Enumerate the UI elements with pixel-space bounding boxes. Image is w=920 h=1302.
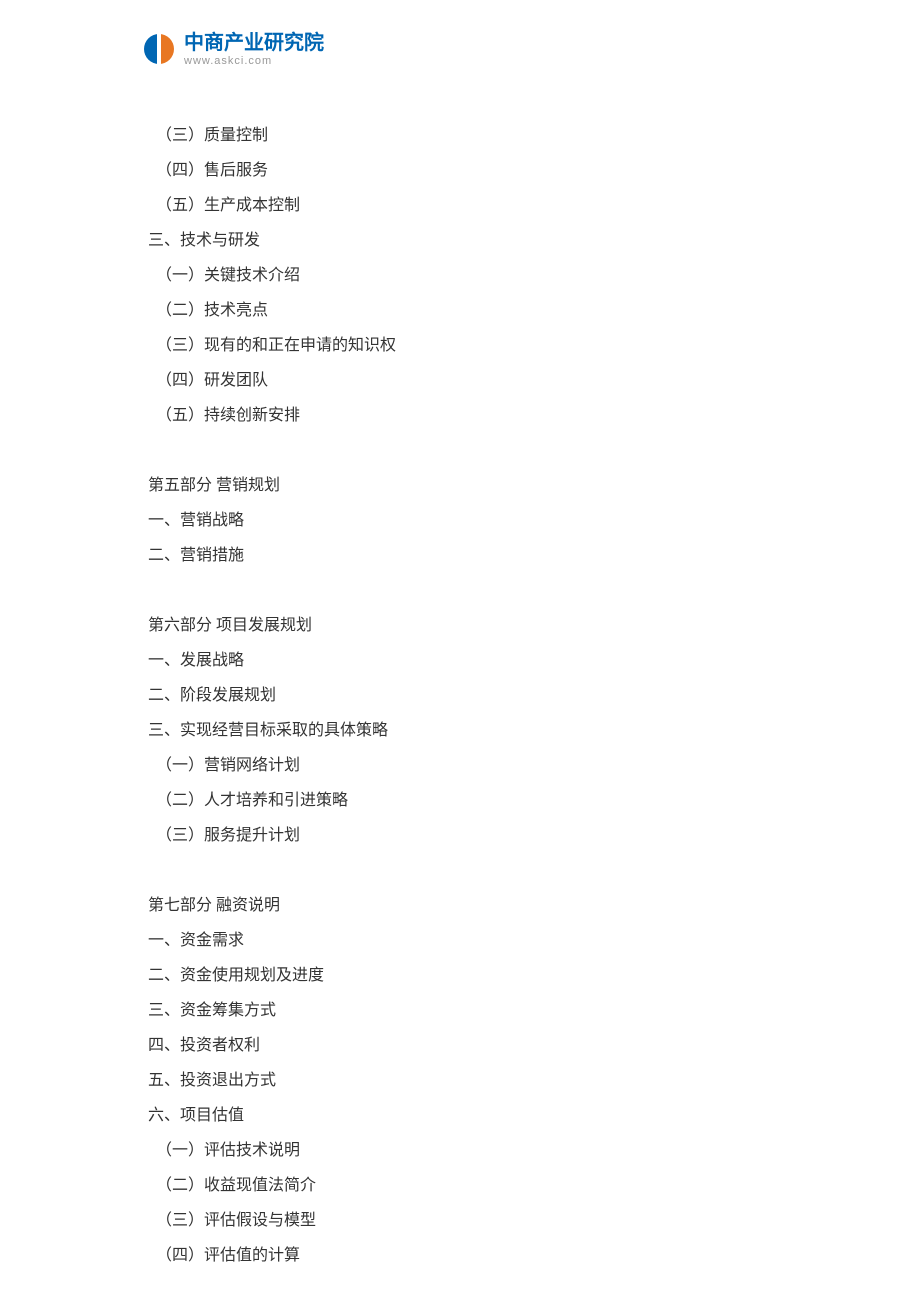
toc-line: 一、资金需求 [148, 923, 768, 958]
document-content: （三）质量控制（四）售后服务（五）生产成本控制三、技术与研发（一）关键技术介绍（… [148, 118, 768, 1273]
toc-line: 第七部分 融资说明 [148, 888, 768, 923]
toc-line: （四）研发团队 [148, 363, 768, 398]
toc-line: （五）持续创新安排 [148, 398, 768, 433]
toc-line: 三、资金筹集方式 [148, 993, 768, 1028]
toc-line: （四）售后服务 [148, 153, 768, 188]
logo-title: 中商产业研究院 [184, 32, 324, 54]
toc-line: （三）质量控制 [148, 118, 768, 153]
toc-line: 二、资金使用规划及进度 [148, 958, 768, 993]
toc-line: 一、发展战略 [148, 643, 768, 678]
toc-line: 一、营销战略 [148, 503, 768, 538]
toc-line: 三、技术与研发 [148, 223, 768, 258]
toc-line: （三）服务提升计划 [148, 818, 768, 853]
toc-line: （一）评估技术说明 [148, 1133, 768, 1168]
toc-line: 第六部分 项目发展规划 [148, 608, 768, 643]
toc-line: 五、投资退出方式 [148, 1063, 768, 1098]
toc-line: （二）人才培养和引进策略 [148, 783, 768, 818]
toc-line: （五）生产成本控制 [148, 188, 768, 223]
toc-line: （四）评估值的计算 [148, 1238, 768, 1273]
toc-line: 六、项目估值 [148, 1098, 768, 1133]
toc-line: （三）评估假设与模型 [148, 1203, 768, 1238]
toc-line: 二、阶段发展规划 [148, 678, 768, 713]
toc-line: （二）技术亮点 [148, 293, 768, 328]
toc-line: 三、实现经营目标采取的具体策略 [148, 713, 768, 748]
toc-line: 第五部分 营销规划 [148, 468, 768, 503]
logo-icon [140, 30, 178, 68]
header-logo: 中商产业研究院 www.askci.com [140, 30, 324, 68]
toc-line: （一）营销网络计划 [148, 748, 768, 783]
toc-line: （二）收益现值法简介 [148, 1168, 768, 1203]
logo-text-container: 中商产业研究院 www.askci.com [184, 32, 324, 67]
logo-url: www.askci.com [184, 55, 324, 67]
toc-line: 四、投资者权利 [148, 1028, 768, 1063]
toc-line: （三）现有的和正在申请的知识权 [148, 328, 768, 363]
toc-line: （一）关键技术介绍 [148, 258, 768, 293]
toc-line: 二、营销措施 [148, 538, 768, 573]
